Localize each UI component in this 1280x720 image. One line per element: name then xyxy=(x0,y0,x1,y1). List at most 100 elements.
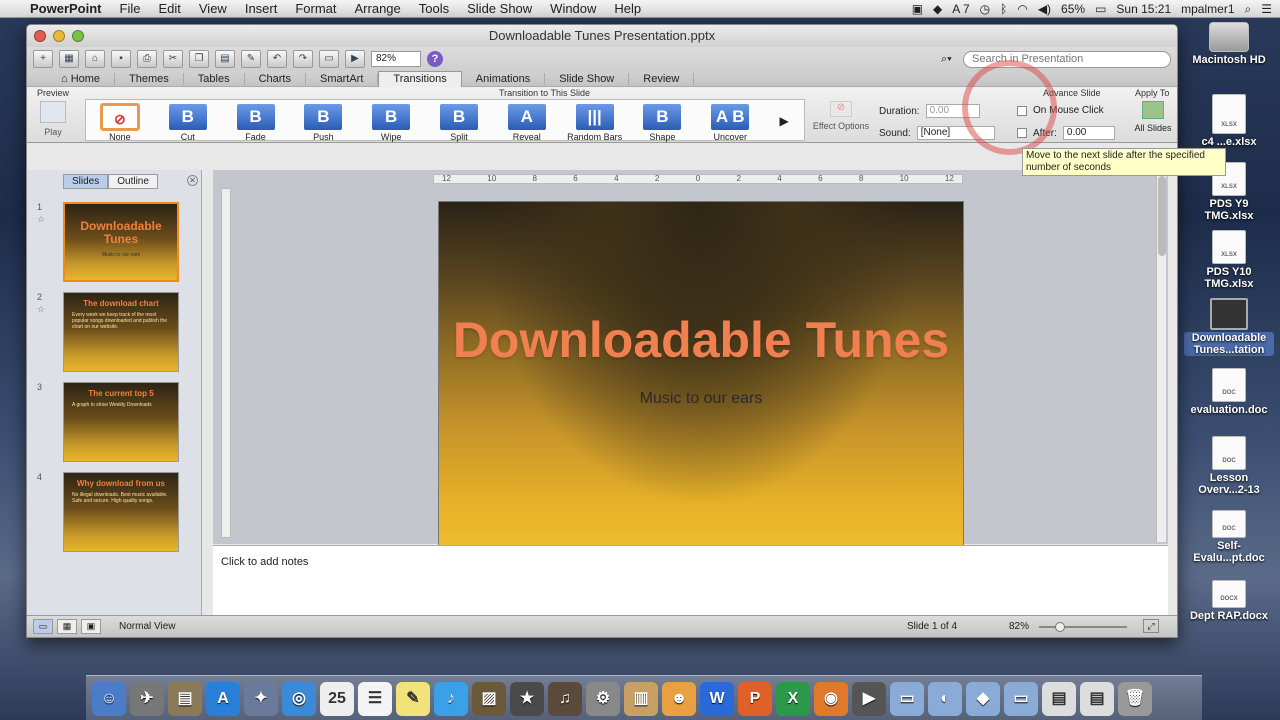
stickies-icon[interactable]: ✎ xyxy=(396,682,430,716)
scratch-icon[interactable]: ☻ xyxy=(662,682,696,716)
slide-show-view-icon[interactable]: ▣ xyxy=(81,619,101,634)
close-pane-icon[interactable]: ✕ xyxy=(187,175,198,186)
zoom-slider[interactable] xyxy=(1039,622,1127,632)
transition-split[interactable]: B Split xyxy=(425,100,493,142)
transition-random-bars[interactable]: ||| Random Bars xyxy=(561,100,629,142)
garageband-icon[interactable]: ♫ xyxy=(548,682,582,716)
fit-to-window-icon[interactable]: ⤢ xyxy=(1143,619,1159,633)
menu-format[interactable]: Format xyxy=(295,1,336,16)
battery-level[interactable]: 65% xyxy=(1061,2,1085,16)
help-icon[interactable]: ? xyxy=(427,51,443,67)
document-stack-icon[interactable]: ▤ xyxy=(1080,682,1114,716)
applications-folder-icon[interactable]: ▭ xyxy=(890,682,924,716)
menu-slide-show[interactable]: Slide Show xyxy=(467,1,532,16)
dashboard-icon[interactable]: ▤ xyxy=(168,682,202,716)
menu-tools[interactable]: Tools xyxy=(419,1,449,16)
desktop-icon-evaluation-doc[interactable]: DOC evaluation.doc xyxy=(1184,368,1274,416)
app-menu[interactable]: PowerPoint xyxy=(30,1,102,16)
tab-slides[interactable]: Slides xyxy=(63,174,109,189)
slide-title[interactable]: Downloadable Tunes xyxy=(439,310,963,370)
tab-slide-show[interactable]: Slide Show xyxy=(545,72,630,85)
menu-view[interactable]: View xyxy=(199,1,227,16)
undo-icon[interactable]: ↶ xyxy=(267,50,287,68)
desktop-icon-macintosh-hd[interactable]: Macintosh HD xyxy=(1184,22,1274,66)
apply-all-slides-button[interactable]: All Slides xyxy=(1131,101,1175,133)
transition-none[interactable]: ⊘ None xyxy=(86,100,154,142)
desktop-icon-self-evaluation[interactable]: DOC Self-Evalu...pt.doc xyxy=(1184,510,1274,564)
transition-push[interactable]: B Push xyxy=(289,100,357,142)
copy-icon[interactable]: ❐ xyxy=(189,50,209,68)
transition-reveal[interactable]: A Reveal xyxy=(493,100,561,142)
transition-uncover[interactable]: A B Uncover xyxy=(696,100,764,142)
finder-icon[interactable]: ☺ xyxy=(92,682,126,716)
tab-smartart[interactable]: SmartArt xyxy=(306,72,379,85)
time-machine-icon[interactable]: ◷ xyxy=(980,2,990,16)
bluetooth-icon[interactable]: ᛒ xyxy=(1000,2,1007,16)
desktop-icon-pds-y10[interactable]: XLSX PDS Y10 TMG.xlsx xyxy=(1184,230,1274,290)
reminders-icon[interactable]: ☰ xyxy=(358,682,392,716)
slide-show-icon[interactable]: ▶ xyxy=(345,50,365,68)
play-button[interactable]: Play xyxy=(33,101,73,137)
iphoto-icon[interactable]: ▨ xyxy=(472,682,506,716)
preview-app-icon[interactable]: ✦ xyxy=(244,682,278,716)
desktop-icon-dept-rap[interactable]: DOCX Dept RAP.docx xyxy=(1184,580,1274,622)
itunes-icon[interactable]: ♪ xyxy=(434,682,468,716)
slide-layout-icon[interactable]: ▭ xyxy=(319,50,339,68)
slide-sorter-view-icon[interactable]: ▦ xyxy=(57,619,77,634)
clock[interactable]: Sun 15:21 xyxy=(1116,2,1171,16)
downloads-folder-icon[interactable]: ▭ xyxy=(1004,682,1038,716)
new-icon[interactable]: + xyxy=(33,50,53,68)
desktop-icon-c4-xlsx[interactable]: XLSX c4 ...e.xlsx xyxy=(1184,94,1274,148)
notes-pane[interactable]: Click to add notes xyxy=(213,545,1168,616)
search-icon[interactable]: ⌕▾ xyxy=(941,53,963,66)
tab-home[interactable]: ⌂ Home xyxy=(47,72,116,85)
tab-tables[interactable]: Tables xyxy=(184,72,245,85)
menu-arrange[interactable]: Arrange xyxy=(355,1,401,16)
spotlight-icon[interactable]: ⌕ xyxy=(1245,2,1252,17)
calendar-icon[interactable]: 25 xyxy=(320,682,354,716)
user-menu[interactable]: mpalmer1 xyxy=(1181,2,1234,16)
screen-record-icon[interactable]: ▣ xyxy=(912,2,923,16)
menu-file[interactable]: File xyxy=(120,1,141,16)
menu-help[interactable]: Help xyxy=(614,1,641,16)
slide-thumbnail[interactable]: The current top 5 A graph to show Weekly… xyxy=(63,382,179,462)
redo-icon[interactable]: ↷ xyxy=(293,50,313,68)
launchpad-icon[interactable]: ✈ xyxy=(130,682,164,716)
tab-animations[interactable]: Animations xyxy=(462,72,546,85)
minimize-window-button[interactable] xyxy=(53,30,65,42)
volume-icon[interactable]: ◀) xyxy=(1038,2,1051,16)
print-icon[interactable]: ⎙ xyxy=(137,50,157,68)
cut-icon[interactable]: ✂ xyxy=(163,50,183,68)
trash-icon[interactable]: 🗑 xyxy=(1118,682,1152,716)
dropbox-icon[interactable]: ◆ xyxy=(933,2,942,16)
menu-insert[interactable]: Insert xyxy=(245,1,278,16)
app-store-icon[interactable]: A xyxy=(206,682,240,716)
scroll-thumb[interactable] xyxy=(1158,176,1166,256)
gallery-icon[interactable]: ▦ xyxy=(59,50,79,68)
imovie-icon[interactable]: ★ xyxy=(510,682,544,716)
desktop-icon-lesson-overview[interactable]: DOC Lesson Overv...2-13 xyxy=(1184,436,1274,496)
transition-cut[interactable]: B Cut xyxy=(154,100,222,142)
slide-thumbnail[interactable]: The download chart Every week we keep tr… xyxy=(63,292,179,372)
effect-options-button[interactable]: ⊘ Effect Options xyxy=(811,101,871,131)
media-app-icon[interactable]: ▶ xyxy=(852,682,886,716)
system-preferences-icon[interactable]: ⚙ xyxy=(586,682,620,716)
tab-outline[interactable]: Outline xyxy=(108,174,158,189)
transition-wipe[interactable]: B Wipe xyxy=(357,100,425,142)
after-seconds-input[interactable]: 0.00 xyxy=(1062,126,1115,140)
close-window-button[interactable] xyxy=(34,30,46,42)
current-slide[interactable]: Downloadable Tunes Music to our ears xyxy=(438,201,964,558)
transition-fade[interactable]: B Fade xyxy=(222,100,290,142)
save-icon[interactable]: ▪ xyxy=(111,50,131,68)
documents-folder-icon[interactable]: ◐ xyxy=(928,682,962,716)
menu-window[interactable]: Window xyxy=(550,1,596,16)
tab-themes[interactable]: Themes xyxy=(115,72,184,85)
desktop-icon-downloadable-tunes[interactable]: Downloadable Tunes...tation xyxy=(1184,298,1274,356)
word-icon[interactable]: W xyxy=(700,682,734,716)
editor-scrollbar[interactable] xyxy=(1156,172,1166,542)
safari-icon[interactable]: ◎ xyxy=(282,682,316,716)
firefox-icon[interactable]: ◉ xyxy=(814,682,848,716)
powerpoint-icon[interactable]: P xyxy=(738,682,772,716)
tab-transitions[interactable]: Transitions xyxy=(378,70,462,87)
format-painter-icon[interactable]: ✎ xyxy=(241,50,261,68)
